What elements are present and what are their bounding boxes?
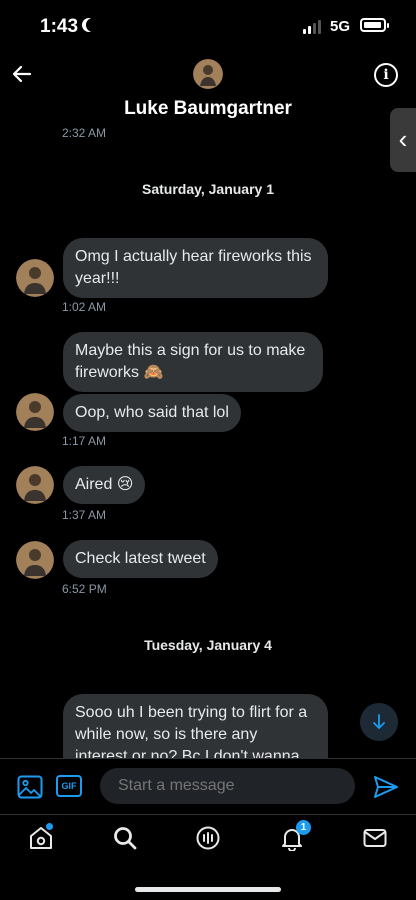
search-icon[interactable] <box>112 825 138 851</box>
contact-name: Luke Baumgartner <box>124 98 292 119</box>
network-label: 5G <box>330 18 351 35</box>
notification-badge: 1 <box>296 820 311 835</box>
battery-icon <box>360 18 389 32</box>
back-arrow-icon[interactable] <box>10 62 34 86</box>
scroll-to-bottom-button[interactable] <box>360 703 398 741</box>
message-bubble[interactable]: Oop, who said that lol <box>63 394 241 432</box>
info-icon[interactable]: i <box>374 63 398 87</box>
sender-avatar[interactable] <box>16 393 54 431</box>
message-bubble[interactable]: Maybe this a sign for us to make firewor… <box>63 332 323 392</box>
message-clip: Sooo uh I been trying to flirt for a whi… <box>63 694 328 758</box>
side-panel-tab[interactable]: ‹ <box>390 108 416 172</box>
status-bar: 1:43 5G <box>0 0 416 56</box>
message-input[interactable] <box>100 768 355 804</box>
home-indicator <box>135 887 281 892</box>
date-separator: Tuesday, January 4 <box>144 637 272 653</box>
timestamp: 1:02 AM <box>62 300 107 314</box>
moon-icon <box>86 18 100 32</box>
timestamp: 6:52 PM <box>62 582 107 596</box>
timestamp: 1:17 AM <box>62 434 107 448</box>
new-content-dot <box>46 823 53 830</box>
spaces-icon[interactable] <box>195 825 221 851</box>
image-icon[interactable] <box>17 775 43 799</box>
mail-icon[interactable] <box>362 825 388 851</box>
message-bubble[interactable]: Aired 😢 <box>63 466 146 504</box>
sender-avatar[interactable] <box>16 466 54 504</box>
message-bubble[interactable]: Check latest tweet <box>63 540 218 578</box>
gif-button[interactable]: GIF <box>56 775 82 797</box>
date-separator: Saturday, January 1 <box>141 181 275 197</box>
timestamp: 2:32 AM <box>62 126 107 140</box>
signal-icon <box>303 20 321 34</box>
contact-avatar[interactable] <box>193 59 223 89</box>
message-bubble[interactable]: Omg I actually hear fireworks this year!… <box>63 238 328 298</box>
message-composer: GIF <box>0 758 416 814</box>
message-bubble[interactable]: Sooo uh I been trying to flirt for a whi… <box>63 694 328 758</box>
sender-avatar[interactable] <box>16 541 54 579</box>
timestamp: 1:37 AM <box>62 508 107 522</box>
bottom-tab-bar: 1 <box>0 814 416 900</box>
status-time: 1:43 <box>40 16 79 37</box>
send-icon[interactable] <box>372 773 400 801</box>
sender-avatar[interactable] <box>16 259 54 297</box>
